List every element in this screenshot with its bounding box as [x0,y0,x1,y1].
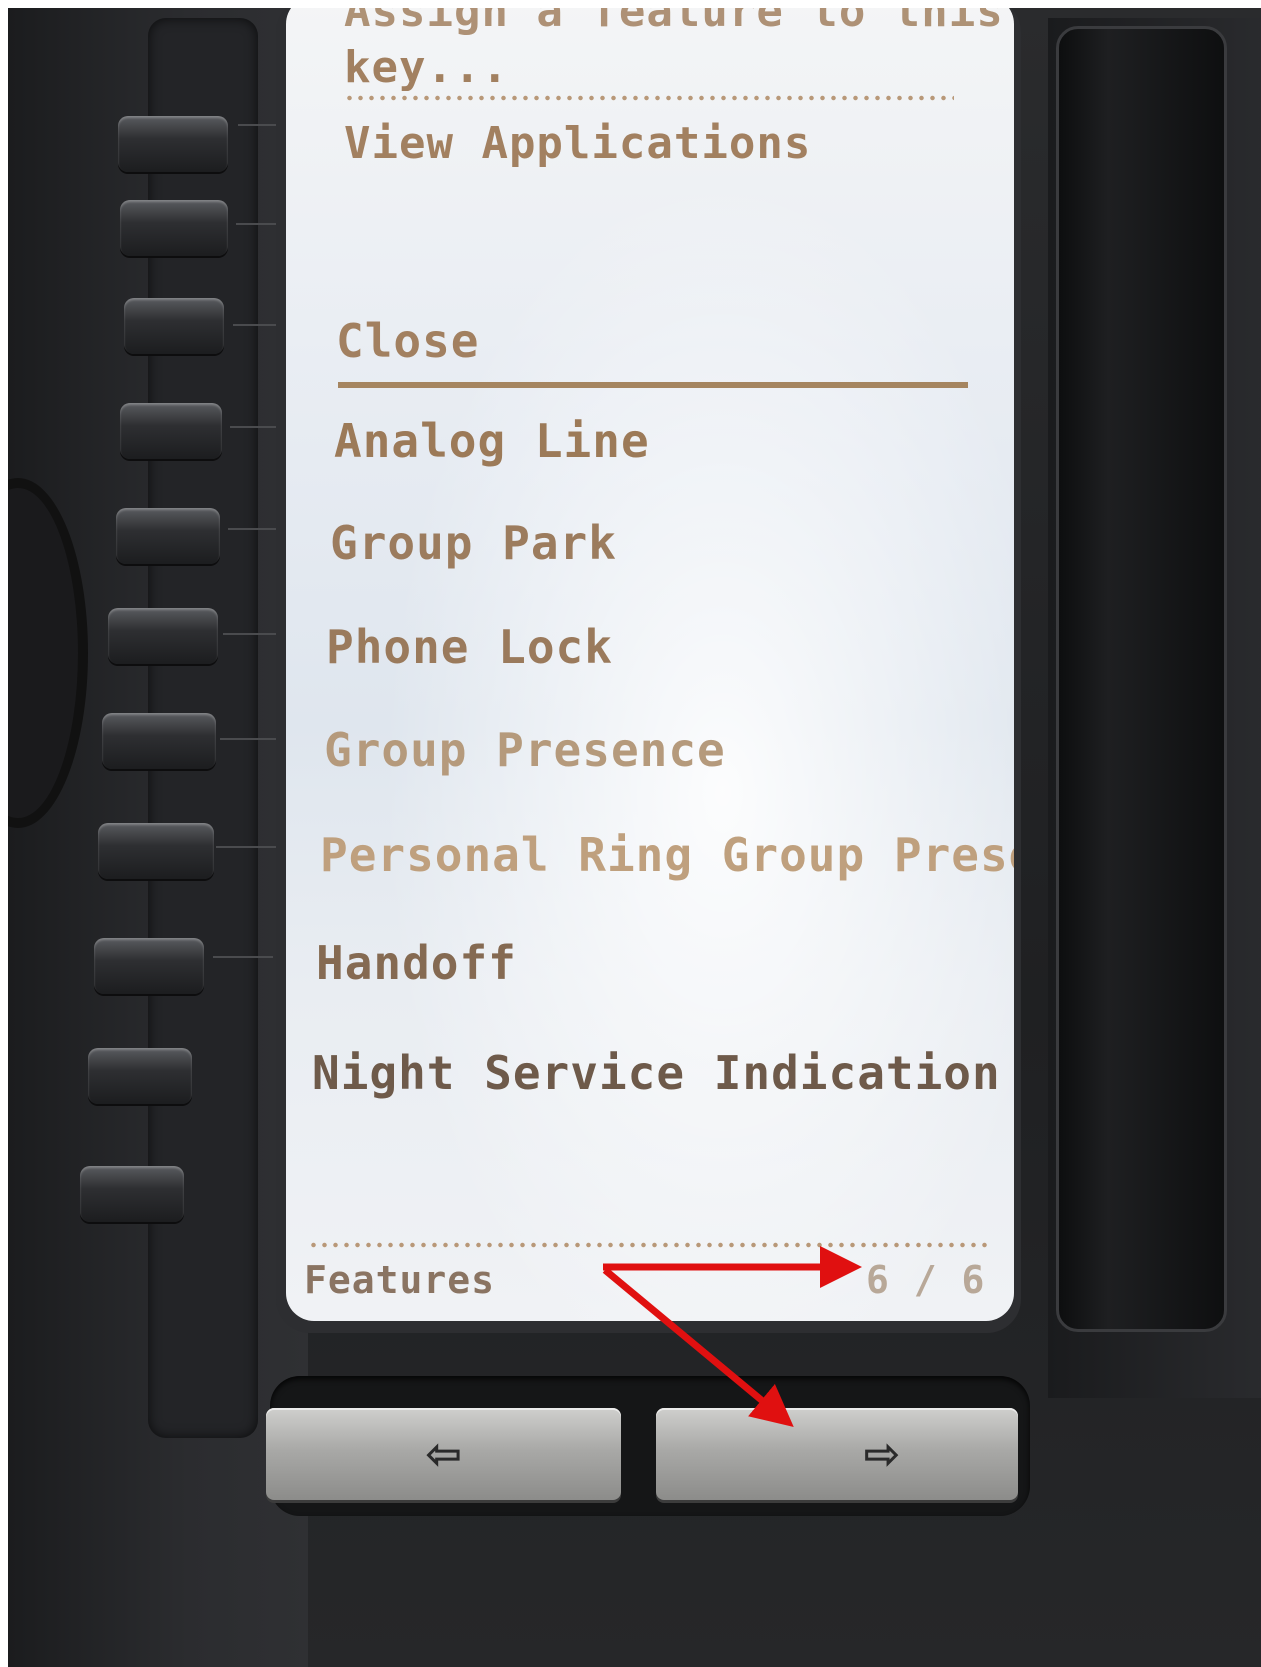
annotation-arrow-to-next-key [602,1267,794,1427]
phone-photo: Assign a feature to this key... View App… [8,8,1261,1667]
annotation-arrows [602,1246,862,1427]
